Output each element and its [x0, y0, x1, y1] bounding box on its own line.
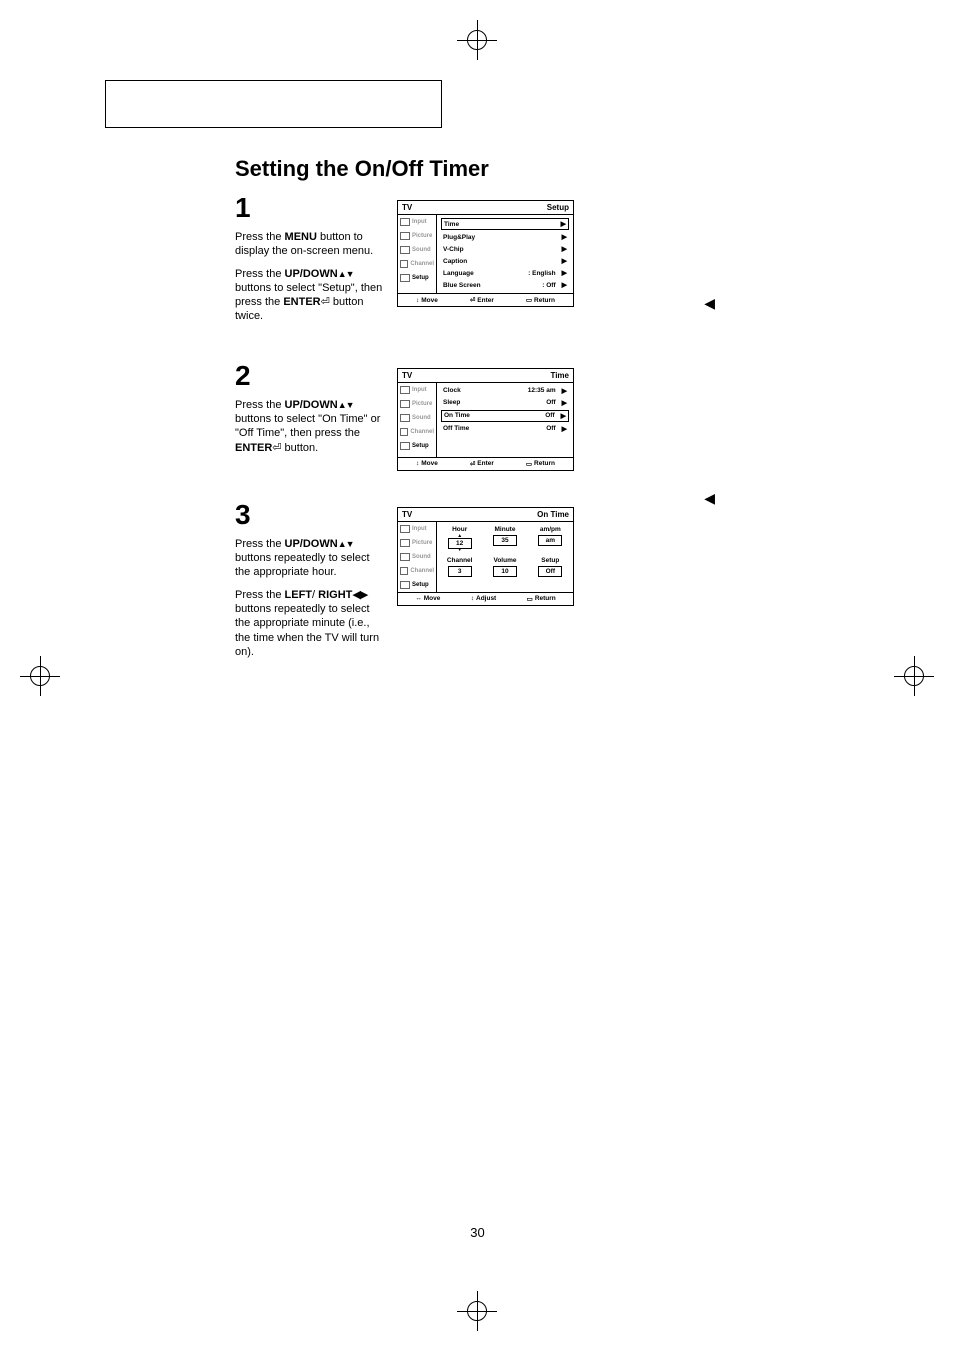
sidebar-item-setup: Setup	[398, 578, 436, 592]
left-right-arrow-icon: ◀▶	[352, 589, 367, 601]
up-down-arrow-icon: ▲▼	[338, 269, 354, 279]
menu-row-time: Time▶	[441, 218, 569, 230]
sidebar-item-picture: Picture	[398, 229, 436, 243]
page-number: 30	[470, 1225, 484, 1240]
osd-footer: ↕Move ⏎Enter ▭Return	[398, 293, 573, 306]
step-number: 1	[235, 194, 385, 222]
sidebar-item-input: Input	[398, 383, 436, 397]
sidebar-item-setup: Setup	[398, 271, 436, 285]
side-arrow-icon: ◀	[704, 490, 715, 507]
page-title: Setting the On/Off Timer	[235, 156, 850, 182]
step-number: 3	[235, 501, 385, 529]
menu-row-sleep: SleepOff▶	[441, 398, 569, 408]
osd-setup-menu: TV Setup Input Picture Sound Channel Set…	[397, 200, 574, 307]
sidebar-item-sound: Sound	[398, 411, 436, 425]
osd-footer: ↕Move ⏎Enter ▭Return	[398, 457, 573, 470]
menu-row: Language: English▶	[441, 268, 569, 278]
crop-mark-top	[457, 20, 497, 60]
step-paragraph: Press the LEFT/ RIGHT◀▶ buttons repeated…	[235, 588, 385, 659]
caret-right-icon: ▶	[561, 220, 566, 228]
adjust-icon: ↕	[471, 595, 474, 602]
up-down-arrow-icon: ▲▼	[338, 539, 354, 549]
sidebar-item-channel: Channel	[398, 425, 436, 439]
menu-row-on-time: On TimeOff▶	[441, 410, 569, 422]
step-paragraph: Press the UP/DOWN▲▼ buttons repeatedly t…	[235, 537, 385, 580]
return-icon: ▭	[526, 296, 532, 304]
osd-sidebar: Input Picture Sound Channel Setup	[398, 215, 437, 293]
sidebar-item-sound: Sound	[398, 243, 436, 257]
crop-mark-bottom	[457, 1291, 497, 1331]
menu-row: Blue Screen: Off▶	[441, 280, 569, 290]
osd-on-time-menu: TV On Time Input Picture Sound Channel S…	[397, 507, 574, 606]
return-icon: ▭	[527, 595, 533, 603]
menu-row: Plug&Play▶	[441, 232, 569, 242]
move-icon: ↕	[416, 297, 419, 304]
menu-row-off-time: Off TimeOff▶	[441, 424, 569, 434]
step-paragraph: Press the MENU button to display the on-…	[235, 230, 385, 259]
osd-section: Time	[550, 371, 569, 380]
enter-icon: ⏎	[272, 442, 281, 454]
sidebar-item-picture: Picture	[398, 536, 436, 550]
field-volume: Volume 10	[486, 557, 523, 577]
menu-row: Caption▶	[441, 256, 569, 266]
enter-icon: ⏎	[470, 460, 475, 468]
sidebar-item-picture: Picture	[398, 397, 436, 411]
osd-section: Setup	[547, 203, 569, 212]
step-number: 2	[235, 362, 385, 390]
side-arrow-icon: ◀	[704, 295, 715, 312]
crop-mark-left	[20, 656, 60, 696]
step-3: 3 Press the UP/DOWN▲▼ buttons repeatedly…	[235, 501, 850, 667]
field-setup: Setup Off	[532, 557, 569, 577]
up-down-arrow-icon: ▲▼	[338, 400, 354, 410]
osd-title: TV	[402, 371, 412, 380]
enter-icon: ⏎	[321, 296, 330, 308]
enter-icon: ⏎	[470, 296, 475, 304]
step-2: 2 Press the UP/DOWN▲▼ buttons to select …	[235, 362, 850, 471]
sidebar-item-channel: Channel	[398, 257, 436, 271]
osd-time-menu: TV Time Input Picture Sound Channel Setu…	[397, 368, 574, 471]
move-icon: ↔	[415, 595, 422, 602]
menu-row-clock: Clock12:35 am▶	[441, 386, 569, 396]
field-channel: Channel 3	[441, 557, 478, 577]
field-hour: Hour ▲ 12 ▼	[441, 526, 478, 553]
move-icon: ↕	[416, 460, 419, 467]
field-ampm: am/pm am	[532, 526, 569, 553]
page-frame: Setting the On/Off Timer ◀ ◀ 1 Press the…	[105, 80, 850, 1270]
osd-sidebar: Input Picture Sound Channel Setup	[398, 522, 437, 592]
sidebar-item-channel: Channel	[398, 564, 436, 578]
down-arrow-icon: ▼	[441, 549, 478, 553]
sidebar-item-input: Input	[398, 215, 436, 229]
step-paragraph: Press the UP/DOWN▲▼ buttons to select "S…	[235, 267, 385, 324]
crop-mark-right	[894, 656, 934, 696]
sidebar-item-input: Input	[398, 522, 436, 536]
osd-title: TV	[402, 203, 412, 212]
menu-row: V-Chip▶	[441, 244, 569, 254]
sidebar-item-setup: Setup	[398, 439, 436, 453]
sidebar-item-sound: Sound	[398, 550, 436, 564]
step-paragraph: Press the UP/DOWN▲▼ buttons to select "O…	[235, 398, 385, 455]
osd-title: TV	[402, 510, 412, 519]
header-box	[105, 80, 442, 128]
step-1: 1 Press the MENU button to display the o…	[235, 194, 850, 332]
return-icon: ▭	[526, 460, 532, 468]
osd-section: On Time	[537, 510, 569, 519]
field-minute: Minute 35	[486, 526, 523, 553]
osd-footer: ↔Move ↕Adjust ▭Return	[398, 592, 573, 605]
osd-sidebar: Input Picture Sound Channel Setup	[398, 383, 437, 457]
